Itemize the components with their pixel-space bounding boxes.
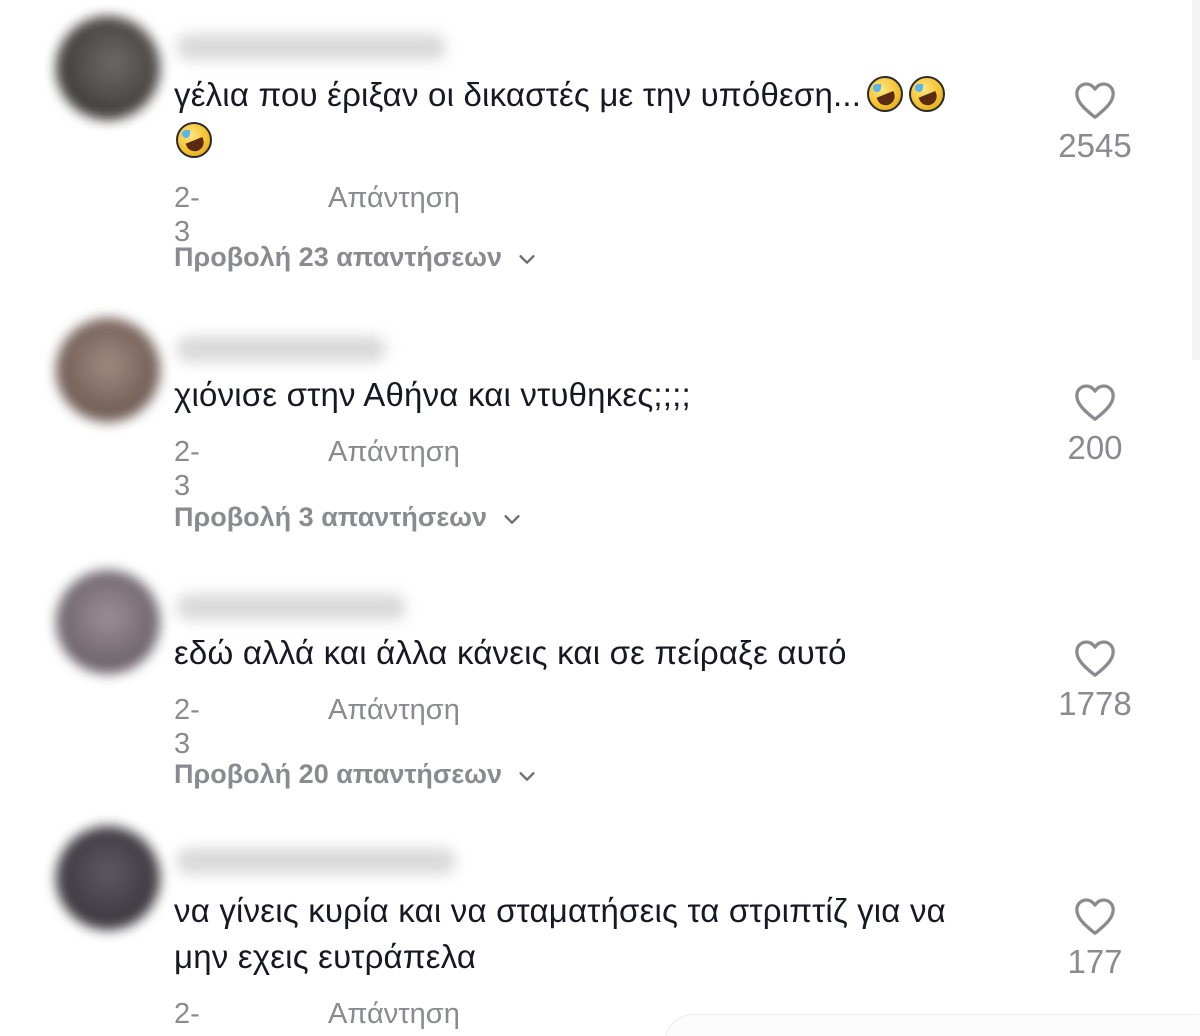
avatar[interactable] bbox=[56, 318, 160, 422]
comment-date: 2-3 bbox=[174, 694, 200, 760]
comment-text: εδώ αλλά και άλλα κάνεις και σε πείραξε … bbox=[174, 634, 847, 671]
heart-outline-icon bbox=[1075, 82, 1115, 119]
like-button[interactable]: 1778 bbox=[1035, 638, 1155, 724]
comment-date: 2-6 bbox=[174, 998, 200, 1036]
heart-outline-icon bbox=[1075, 384, 1115, 421]
comment-input-edge[interactable] bbox=[664, 1014, 1200, 1036]
rolling-laughing-emoji-icon bbox=[176, 122, 212, 158]
like-count: 177 bbox=[1067, 943, 1123, 980]
username-blurred[interactable] bbox=[176, 594, 406, 620]
username-blurred[interactable] bbox=[176, 34, 446, 60]
avatar[interactable] bbox=[56, 16, 160, 120]
chevron-down-icon bbox=[519, 771, 535, 781]
heart-outline-icon bbox=[1075, 640, 1115, 677]
comment-date: 2-3 bbox=[174, 436, 200, 502]
comment-text: να γίνεις κυρία και να σταματήσεις τα στ… bbox=[174, 892, 946, 975]
chevron-down-icon bbox=[519, 254, 535, 264]
chevron-down-icon bbox=[504, 514, 520, 524]
rolling-laughing-emoji-icon bbox=[867, 76, 904, 112]
like-button[interactable]: 200 bbox=[1035, 382, 1155, 468]
heart-outline-icon bbox=[1075, 898, 1115, 935]
comment-text: χιόνισε στην Αθήνα και ντυθηκες;;;; bbox=[174, 376, 691, 413]
view-replies-button[interactable]: Προβολή 20 απαντήσεων bbox=[174, 757, 538, 791]
username-blurred[interactable] bbox=[176, 848, 456, 874]
rolling-laughing-emoji-icon bbox=[909, 76, 946, 112]
avatar[interactable] bbox=[56, 826, 160, 930]
reply-link[interactable]: Απάντηση bbox=[328, 181, 460, 215]
like-button[interactable]: 177 bbox=[1035, 896, 1155, 982]
username-blurred[interactable] bbox=[176, 336, 386, 362]
view-replies-button[interactable]: Προβολή 3 απαντήσεων bbox=[174, 500, 523, 534]
reply-link[interactable]: Απάντηση bbox=[328, 693, 460, 727]
like-button[interactable]: 2545 bbox=[1035, 80, 1155, 166]
scrollbar-edge[interactable] bbox=[1192, 0, 1200, 360]
like-count: 200 bbox=[1067, 429, 1123, 466]
reply-link[interactable]: Απάντηση bbox=[328, 435, 460, 469]
comment-date: 2-3 bbox=[174, 182, 200, 248]
comments-panel: γέλια που έριξαν οι δικαστές με την υπόθ… bbox=[0, 0, 1200, 1036]
reply-link[interactable]: Απάντηση bbox=[328, 997, 460, 1031]
view-replies-button[interactable]: Προβολή 23 απαντήσεων bbox=[174, 240, 538, 274]
comment-text: γέλια που έριξαν οι δικαστές με την υπόθ… bbox=[174, 72, 1034, 164]
like-count: 1778 bbox=[1058, 685, 1132, 722]
avatar[interactable] bbox=[56, 570, 160, 674]
like-count: 2545 bbox=[1058, 127, 1132, 164]
